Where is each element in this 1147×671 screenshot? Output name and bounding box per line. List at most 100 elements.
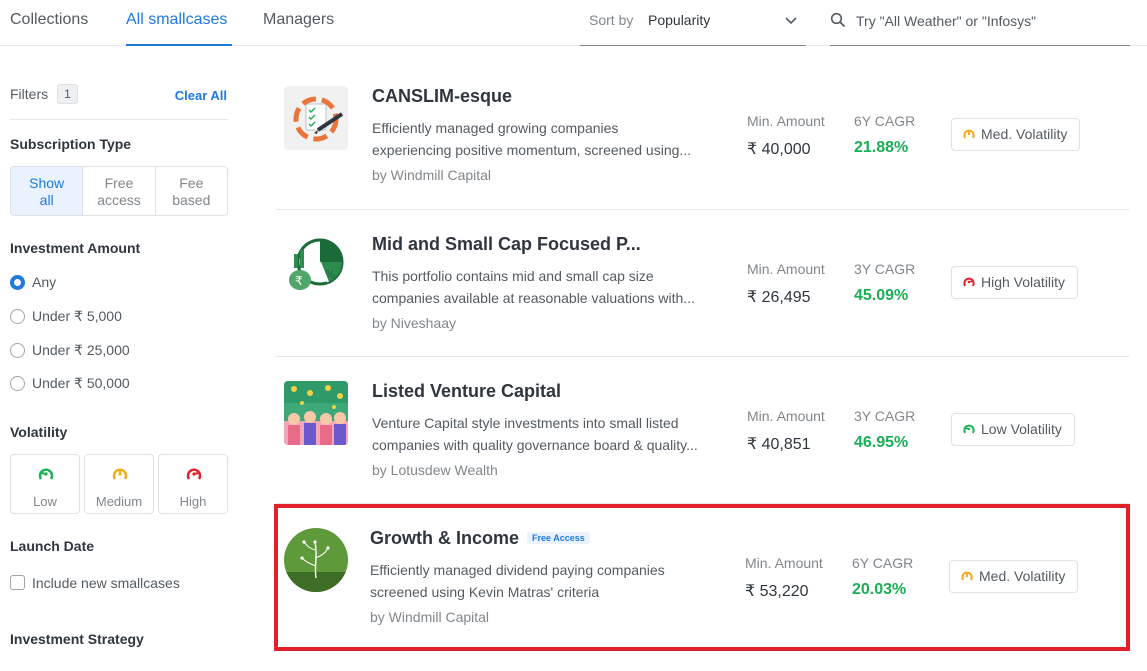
subscription-free-access-line2: access	[97, 192, 141, 208]
subscription-type-title: Subscription Type	[10, 136, 132, 152]
sort-dropdown[interactable]: Sort by Popularity	[580, 0, 806, 46]
smallcase-card[interactable]: % ₹ Mid and Small Cap Focused P... This p…	[276, 210, 1130, 357]
volatility-badge-label: High Volatility	[981, 274, 1066, 290]
volatility-medium-button[interactable]: Medium	[84, 454, 154, 514]
radio-indicator	[10, 376, 25, 391]
high-volatility-gauge-icon	[963, 277, 975, 287]
checklist-pen-icon	[284, 86, 348, 150]
volatility-title: Volatility	[10, 424, 68, 440]
cagr-label: 6Y CAGR	[852, 555, 914, 571]
smallcase-card[interactable]: Listed Venture Capital Venture Capital s…	[276, 357, 1130, 504]
subscription-fee-based-line2: based	[172, 192, 211, 208]
smallcase-title[interactable]: Listed Venture Capital	[372, 381, 561, 402]
low-volatility-gauge-icon	[38, 468, 54, 480]
amount-option-label: Any	[32, 274, 57, 290]
medium-volatility-gauge-icon	[963, 129, 975, 139]
radio-indicator	[10, 275, 25, 290]
volatility-high-button[interactable]: High	[158, 454, 228, 514]
pie-chart-money-icon: % ₹	[284, 234, 348, 298]
investment-strategy-title: Investment Strategy	[10, 631, 144, 647]
smallcase-card-highlighted[interactable]: Growth & Income Free Access Efficiently m…	[274, 504, 1130, 651]
cagr-value: 20.03%	[852, 581, 907, 598]
filters-count-badge: 1	[57, 84, 78, 104]
amount-option-label: Under ₹ 25,000	[32, 342, 130, 358]
description-line: Venture Capital style investments into s…	[372, 415, 679, 431]
chevron-down-icon	[785, 17, 797, 25]
min-amount-label: Min. Amount	[747, 113, 825, 129]
cagr-label: 3Y CAGR	[854, 261, 916, 277]
description-line: companies with quality governance board …	[372, 437, 698, 453]
subscription-free-access[interactable]: Free access	[83, 167, 156, 215]
subscription-show-all[interactable]: Show all	[11, 167, 84, 215]
search-icon	[830, 12, 846, 28]
smallcase-title[interactable]: CANSLIM-esque	[372, 86, 512, 107]
smallcase-description: Efficiently managed dividend paying comp…	[370, 559, 715, 603]
subscription-show-all-line2: all	[39, 192, 54, 208]
filters-label: Filters	[10, 86, 49, 102]
min-amount-value: ₹ 40,000	[747, 141, 811, 158]
description-line: Efficiently managed growing companies	[372, 120, 619, 136]
include-new-smallcases-label: Include new smallcases	[32, 575, 180, 591]
volatility-low-label: Low	[33, 494, 57, 509]
smallcase-card[interactable]: CANSLIM-esque Efficiently managed growin…	[276, 62, 1130, 210]
volatility-medium-label: Medium	[95, 494, 143, 509]
min-amount-label: Min. Amount	[747, 261, 825, 277]
volatility-badge[interactable]: Med. Volatility	[951, 118, 1081, 151]
search-input[interactable]	[856, 8, 1126, 34]
smallcase-manager[interactable]: by Niveshaay	[372, 315, 456, 331]
volatility-options: Low Medium High	[10, 454, 228, 514]
subscription-fee-based-line1: Fee	[179, 175, 204, 191]
high-volatility-gauge-icon	[186, 468, 202, 480]
launch-date-title: Launch Date	[10, 538, 95, 554]
volatility-high-label: High	[179, 494, 207, 509]
subscription-free-access-line1: Free	[104, 175, 134, 191]
smallcase-title-row[interactable]: Growth & Income Free Access	[370, 528, 590, 549]
smallcase-description: Efficiently managed growing companies exp…	[372, 117, 717, 161]
svg-text:₹: ₹	[295, 274, 303, 288]
plant-growth-icon	[284, 528, 348, 592]
volatility-badge-label: Low Volatility	[981, 421, 1062, 437]
tab-managers[interactable]: Managers	[263, 0, 334, 46]
smallcase-title[interactable]: Mid and Small Cap Focused P...	[372, 234, 641, 255]
cagr-label: 6Y CAGR	[854, 113, 916, 129]
min-amount-value: ₹ 26,495	[747, 289, 811, 306]
description-line: experiencing positive momentum, screened…	[372, 142, 692, 158]
investment-amount-title: Investment Amount	[10, 240, 141, 256]
volatility-badge[interactable]: High Volatility	[951, 266, 1079, 299]
filters-sidebar: Filters 1 Clear All Subscription Type Sh…	[10, 46, 228, 671]
smallcase-manager[interactable]: by Lotusdew Wealth	[372, 462, 498, 478]
tab-all-smallcases[interactable]: All smallcases	[126, 0, 232, 46]
crowd-celebration-icon	[284, 381, 348, 445]
volatility-low-button[interactable]: Low	[10, 454, 80, 514]
medium-volatility-gauge-icon	[112, 468, 128, 480]
description-line: Efficiently managed dividend paying comp…	[370, 562, 665, 578]
min-amount-value: ₹ 53,220	[745, 583, 809, 600]
smallcase-manager[interactable]: by Windmill Capital	[370, 609, 489, 625]
smallcase-manager[interactable]: by Windmill Capital	[372, 167, 491, 183]
subscription-fee-based[interactable]: Fee based	[156, 167, 227, 215]
cagr-value: 21.88%	[854, 139, 909, 156]
min-amount-value: ₹ 40,851	[747, 436, 811, 453]
tab-collections[interactable]: Collections	[10, 0, 88, 46]
cagr-value: 46.95%	[854, 434, 909, 451]
min-amount-label: Min. Amount	[747, 408, 825, 424]
min-amount-label: Min. Amount	[745, 555, 823, 571]
subscription-show-all-line1: Show	[29, 175, 65, 191]
description-line: This portfolio contains mid and small ca…	[372, 268, 654, 284]
volatility-badge-label: Med. Volatility	[979, 568, 1066, 584]
top-navigation: Collections All smallcases Managers Sort…	[0, 0, 1147, 46]
search-box	[830, 0, 1130, 46]
cagr-value: 45.09%	[854, 287, 909, 304]
smallcase-title: Growth & Income	[370, 528, 520, 548]
clear-all-button[interactable]: Clear All	[175, 88, 227, 103]
free-access-badge: Free Access	[527, 532, 590, 544]
sort-value: Popularity	[648, 12, 711, 28]
low-volatility-gauge-icon	[963, 424, 975, 434]
volatility-badge[interactable]: Low Volatility	[951, 413, 1075, 446]
volatility-badge[interactable]: Med. Volatility	[949, 560, 1079, 593]
sort-label: Sort by	[589, 12, 634, 28]
amount-option-label: Under ₹ 5,000	[32, 308, 122, 324]
radio-indicator	[10, 343, 25, 358]
filters-header: Filters 1 Clear All	[10, 84, 228, 120]
description-line: companies available at reasonable valuat…	[372, 290, 695, 306]
